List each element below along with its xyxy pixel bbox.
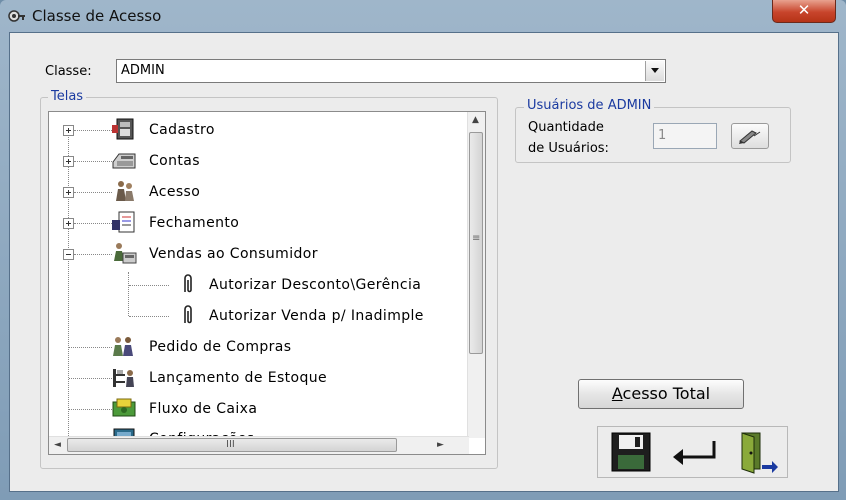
tree-label: Acesso [149,184,201,200]
tree-label: Cadastro [149,122,215,138]
tree-item-pedido-de-compras[interactable]: Pedido de Compras [49,334,469,360]
enter-confirm-button[interactable] [670,429,716,475]
acesso-total-label: cesso Total [622,384,711,403]
classe-dropdown-button[interactable] [645,61,664,81]
chevron-down-icon [651,68,659,73]
document-report-icon [112,211,135,233]
acesso-total-button[interactable]: Acesso Total [578,379,744,409]
enter-arrow-icon [673,441,716,465]
tree-connector [74,192,112,193]
calculator-icon [112,153,136,169]
usuarios-legend: Usuários de ADMIN [524,98,655,113]
exit-door-icon [741,432,778,474]
tree-label: Autorizar Desconto\Gerência [209,277,422,293]
expand-acesso-icon[interactable] [63,187,74,198]
action-toolbar [597,426,788,478]
edit-usuarios-button[interactable] [731,123,769,149]
tree-connector [74,254,112,255]
tree-item-fluxo-de-caixa[interactable]: Fluxo de Caixa [49,396,469,422]
quantidade-label: Quantidade [528,120,604,135]
tree-item-vendas-ao-consumidor[interactable]: Vendas ao Consumidor [49,241,469,267]
close-icon: ✕ [797,1,811,19]
tree-connector [69,409,112,410]
tree-label: Vendas ao Consumidor [149,246,318,262]
classe-label: Classe: [45,64,92,79]
tree-label: Fechamento [149,215,240,231]
grip-icon: ≡ [472,233,481,244]
tree-item-contas[interactable]: Contas [49,148,469,174]
people-order-icon [113,337,133,356]
acesso-total-mnemonic: A [611,384,623,403]
dialog-body: Classe: ADMIN Telas Cadastro Contas Aces… [9,32,839,492]
title-bar[interactable]: Classe de Acesso ✕ [0,0,846,32]
tree-vertical-scroll-thumb[interactable]: ≡ [469,132,483,354]
tree-label: Pedido de Compras [149,339,292,355]
quantidade-usuarios-value: 1 [658,128,667,143]
scroll-up-icon[interactable]: ▲ [472,115,479,125]
tree-connector [129,285,169,286]
money-icon [112,398,136,417]
tree-item-autorizar-venda[interactable]: Autorizar Venda p/ Inadimple [49,303,469,329]
tree-label: Contas [149,153,200,169]
scroll-left-icon[interactable]: ◄ [54,440,61,450]
grip-icon: III [226,439,235,450]
classe-select[interactable]: ADMIN [116,59,666,83]
tree-item-acesso[interactable]: Acesso [49,179,469,205]
sales-clerk-icon [114,243,137,264]
tree-label: Fluxo de Caixa [149,401,258,417]
quantidade-usuarios-field: 1 [653,123,717,149]
window: Classe de Acesso ✕ Classe: ADMIN Telas C… [0,0,846,500]
expand-fechamento-icon[interactable] [63,218,74,229]
scroll-right-icon[interactable]: ► [437,440,444,450]
tree-label: Lançamento de Estoque [149,370,328,386]
tree-connector [74,223,112,224]
pencil-edit-icon [739,130,761,144]
tree-connector [69,378,112,379]
close-button[interactable]: ✕ [772,0,836,23]
telas-tree[interactable]: Cadastro Contas Acesso Fechamento Vendas… [48,111,486,455]
cash-register-icon [112,118,134,140]
app-key-icon [8,10,25,22]
tree-connector [74,130,112,131]
expand-contas-icon[interactable] [63,156,74,167]
collapse-vendas-icon[interactable] [63,249,74,260]
classe-select-value: ADMIN [121,63,165,78]
people-icon [116,181,134,201]
telas-legend: Telas [48,89,87,104]
tree-item-cadastro[interactable]: Cadastro [49,117,469,143]
tree-horizontal-scrollbar[interactable]: ◄ III ► [49,436,469,454]
tree-connector [69,347,112,348]
tree-horizontal-scroll-thumb[interactable]: III [67,438,397,452]
tree-item-fechamento[interactable]: Fechamento [49,210,469,236]
tree-item-lancamento-de-estoque[interactable]: Lançamento de Estoque [49,365,469,391]
tree-item-autorizar-desconto[interactable]: Autorizar Desconto\Gerência [49,272,469,298]
warehouse-icon [113,369,134,387]
tree-connector [129,316,169,317]
expand-cadastro-icon[interactable] [63,125,74,136]
save-button[interactable] [608,429,654,475]
window-title: Classe de Acesso [32,7,162,25]
de-usuarios-label: de Usuários: [528,141,609,156]
paperclip-icon [184,274,192,293]
exit-button[interactable] [734,429,780,475]
floppy-save-icon [611,432,651,472]
tree-connector [74,161,112,162]
tree-vertical-scrollbar[interactable]: ▲ ≡ [467,112,485,438]
tree-label: Autorizar Venda p/ Inadimple [209,308,424,324]
paperclip-icon [184,305,192,324]
